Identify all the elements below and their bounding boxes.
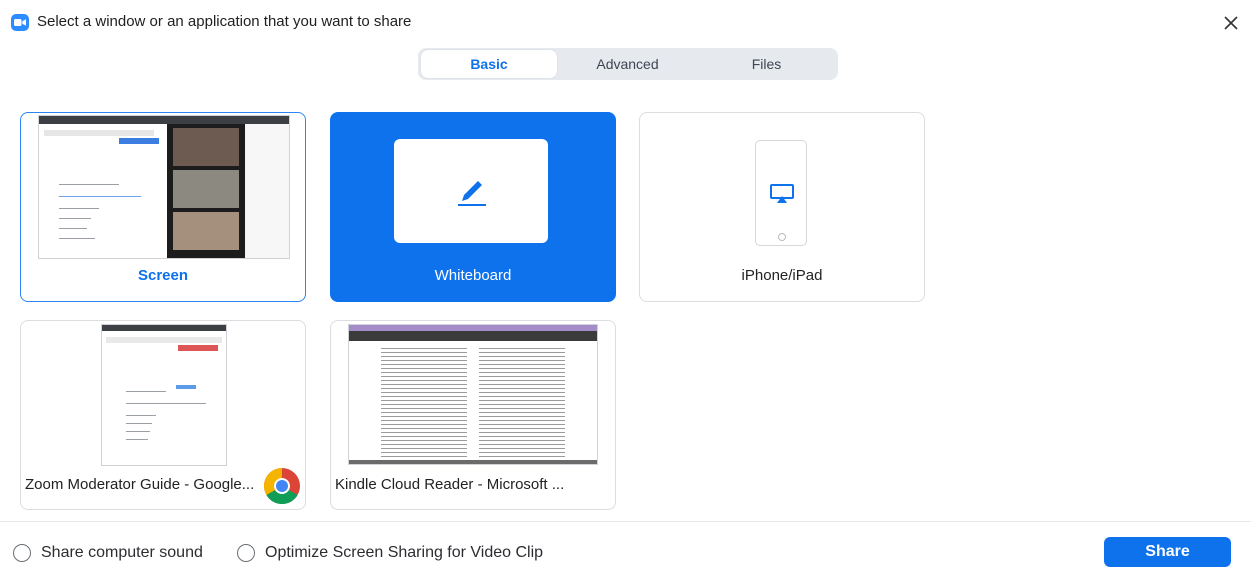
tab-basic[interactable]: Basic — [421, 50, 557, 78]
whiteboard-label: Whiteboard — [434, 267, 512, 284]
chrome-window-label: Zoom Moderator Guide - Google... — [25, 476, 255, 493]
zoom-logo-icon — [11, 14, 29, 31]
whiteboard-preview — [394, 139, 548, 243]
tab-bar: Basic Advanced Files — [418, 48, 838, 80]
share-button[interactable]: Share — [1104, 537, 1231, 567]
pen-icon — [458, 181, 486, 206]
optimize-video-checkbox[interactable] — [237, 544, 255, 562]
airplay-icon — [770, 184, 794, 203]
share-sound-checkbox[interactable] — [13, 544, 31, 562]
chrome-icon — [263, 468, 300, 505]
kindle-window-thumbnail — [348, 324, 598, 465]
share-option-chrome-window[interactable]: Zoom Moderator Guide - Google... — [20, 320, 306, 510]
phone-icon — [755, 140, 807, 246]
screen-label: Screen — [137, 267, 189, 284]
screen-thumbnail — [38, 115, 290, 259]
optimize-video-label: Optimize Screen Sharing for Video Clip — [265, 544, 544, 561]
iphone-ipad-label: iPhone/iPad — [741, 267, 823, 284]
tab-files[interactable]: Files — [698, 50, 835, 78]
share-option-whiteboard[interactable]: Whiteboard — [330, 112, 616, 302]
share-sound-label: Share computer sound — [41, 544, 203, 561]
kindle-window-label: Kindle Cloud Reader - Microsoft ... — [335, 476, 565, 493]
share-sound-option[interactable]: Share computer sound — [13, 542, 203, 564]
title-bar: Select a window or an application that y… — [0, 0, 1251, 44]
dialog-title: Select a window or an application that y… — [37, 13, 412, 30]
footer-divider — [0, 521, 1251, 522]
tab-advanced[interactable]: Advanced — [558, 50, 697, 78]
share-option-screen[interactable]: Screen — [20, 112, 306, 302]
chrome-window-thumbnail — [101, 324, 227, 466]
close-icon[interactable] — [1220, 12, 1242, 34]
share-option-iphone-ipad[interactable]: iPhone/iPad — [639, 112, 925, 302]
share-option-kindle-window[interactable]: Kindle Cloud Reader - Microsoft ... — [330, 320, 616, 510]
optimize-video-option[interactable]: Optimize Screen Sharing for Video Clip — [237, 542, 543, 564]
